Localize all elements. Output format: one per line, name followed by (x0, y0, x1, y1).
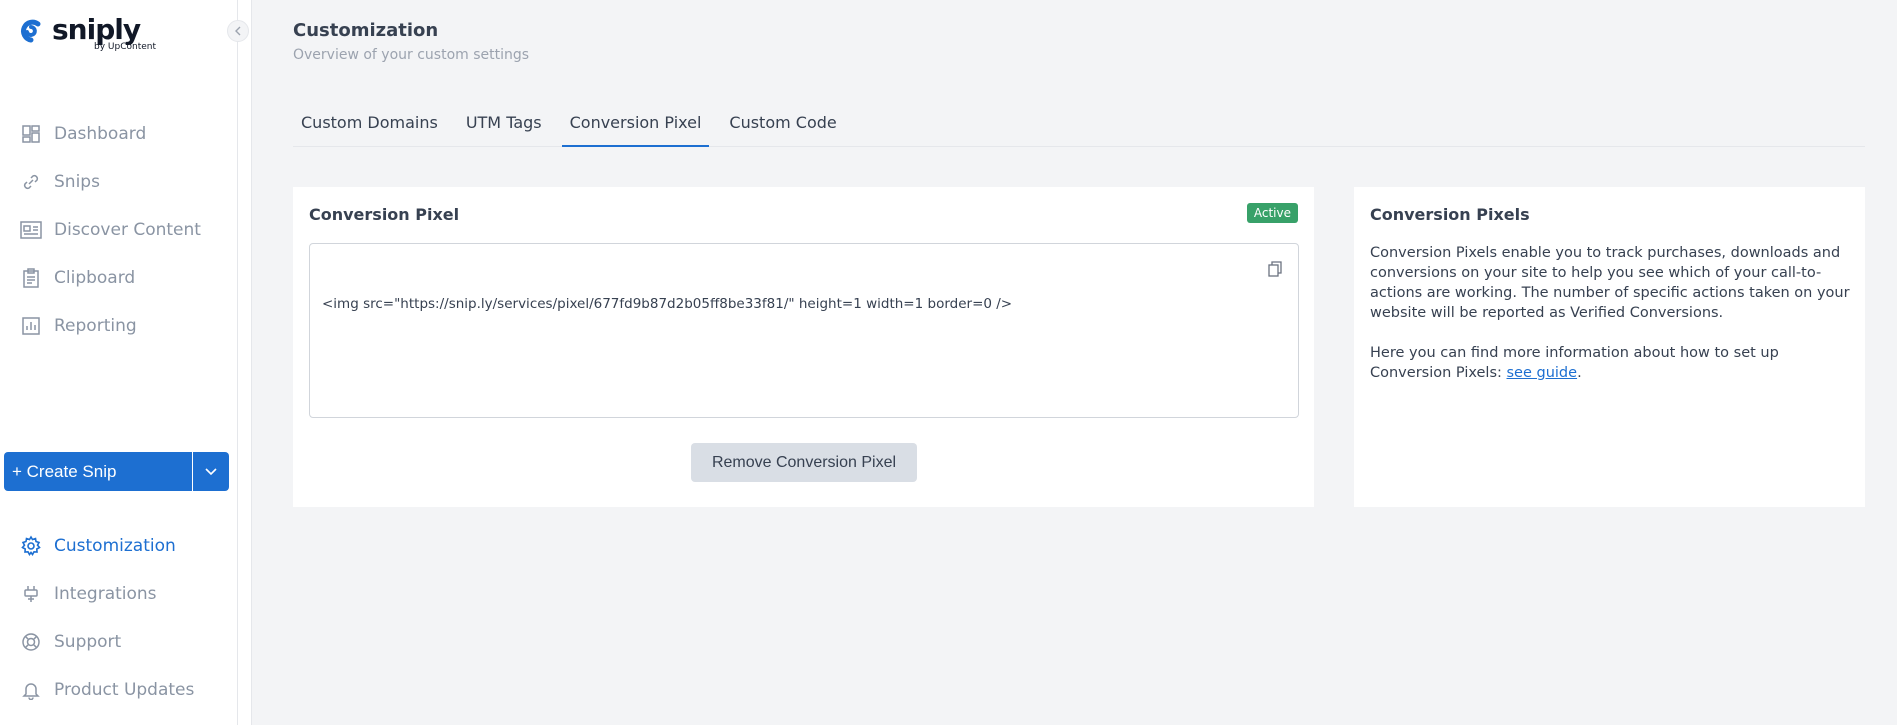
nav-item-label: Clipboard (54, 268, 136, 288)
brand-name: sniply (52, 13, 141, 46)
secondary-nav: Customization Integrations Support Produ… (0, 522, 238, 714)
sniply-logo-icon (21, 19, 41, 43)
page-subtitle: Overview of your custom settings (293, 47, 530, 63)
plug-icon (20, 583, 42, 605)
card-title: Conversion Pixel (309, 205, 460, 224)
nav-item-reporting[interactable]: Reporting (0, 302, 238, 350)
nav-item-label: Customization (54, 536, 176, 556)
create-snip-button[interactable]: + Create Snip (4, 452, 192, 491)
lifebuoy-icon (20, 631, 42, 653)
nav-item-label: Reporting (54, 316, 137, 336)
conversion-pixels-info-card: Conversion Pixels Conversion Pixels enab… (1354, 187, 1865, 507)
nav-item-clipboard[interactable]: Clipboard (0, 254, 238, 302)
sidebar: sniply by UpContent Dashboard Snips Disc… (0, 0, 238, 725)
primary-nav: Dashboard Snips Discover Content Clipboa… (0, 110, 238, 350)
dashboard-icon (20, 123, 42, 145)
pixel-code[interactable]: <img src="https://snip.ly/services/pixel… (322, 296, 1012, 312)
nav-item-customization[interactable]: Customization (0, 522, 238, 570)
tab-conversion-pixel[interactable]: Conversion Pixel (561, 103, 710, 147)
status-badge: Active (1246, 203, 1298, 223)
conversion-pixel-card: Conversion Pixel Active <img src="https:… (293, 187, 1314, 507)
sidebar-rail (238, 0, 252, 725)
remove-conversion-pixel-button[interactable]: Remove Conversion Pixel (691, 443, 917, 482)
nav-item-product-updates[interactable]: Product Updates (0, 666, 238, 714)
nav-item-label: Dashboard (54, 124, 147, 144)
clipboard-icon (20, 267, 42, 289)
sniply-logo[interactable]: sniply by UpContent (16, 16, 156, 52)
gear-icon (20, 535, 42, 557)
info-paragraph: Conversion Pixels enable you to track pu… (1370, 245, 1850, 321)
brand-byline: by UpContent (94, 42, 156, 52)
nav-item-label: Integrations (54, 584, 157, 604)
info-paragraph-guide: Here you can find more information about… (1370, 343, 1852, 383)
nav-item-label: Discover Content (54, 220, 201, 240)
create-snip-dropdown[interactable] (192, 452, 229, 491)
info-paragraph-suffix: . (1577, 365, 1582, 381)
nav-item-snips[interactable]: Snips (0, 158, 238, 206)
reporting-icon (20, 315, 42, 337)
page-title: Customization (293, 20, 439, 41)
nav-item-label: Support (54, 632, 122, 652)
pixel-code-box[interactable]: <img src="https://snip.ly/services/pixel… (309, 243, 1299, 418)
info-title: Conversion Pixels (1370, 205, 1530, 224)
chevron-down-icon (205, 467, 217, 475)
tab-custom-code[interactable]: Custom Code (721, 103, 844, 147)
copy-icon[interactable] (1266, 260, 1284, 278)
nav-item-support[interactable]: Support (0, 618, 238, 666)
nav-item-label: Snips (54, 172, 100, 192)
nav-item-dashboard[interactable]: Dashboard (0, 110, 238, 158)
info-text: Conversion Pixels enable you to track pu… (1370, 243, 1852, 403)
nav-item-discover-content[interactable]: Discover Content (0, 206, 238, 254)
see-guide-link[interactable]: see guide (1507, 365, 1578, 381)
discover-icon (20, 219, 42, 241)
nav-item-label: Product Updates (54, 680, 195, 700)
chevron-left-icon (235, 26, 241, 36)
tab-bar: Custom Domains UTM Tags Conversion Pixel… (293, 103, 1865, 147)
tab-custom-domains[interactable]: Custom Domains (293, 103, 446, 147)
snips-icon (20, 171, 42, 193)
bell-icon (20, 679, 42, 701)
collapse-sidebar-button[interactable] (227, 20, 249, 42)
tab-utm-tags[interactable]: UTM Tags (458, 103, 550, 147)
create-snip-group: + Create Snip (4, 452, 229, 491)
nav-item-integrations[interactable]: Integrations (0, 570, 238, 618)
